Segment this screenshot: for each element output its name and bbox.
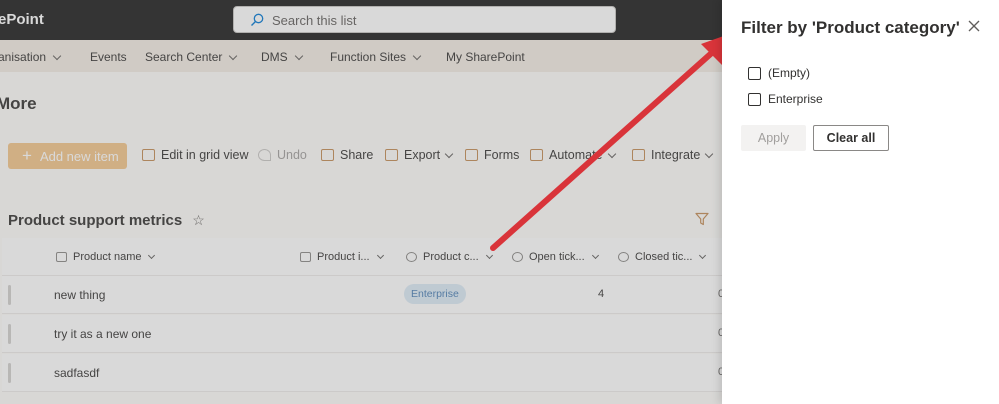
filter-option-label: (Empty) [768,66,810,80]
filter-panel: Filter by 'Product category' (Empty) Ent… [722,0,999,404]
filter-option-enterprise[interactable]: Enterprise [748,92,823,106]
checkbox[interactable] [748,66,761,80]
modal-overlay[interactable] [0,0,722,404]
close-icon[interactable] [966,18,982,34]
checkbox[interactable] [748,92,761,106]
filter-option-label: Enterprise [768,92,823,106]
filter-option-empty[interactable]: (Empty) [748,66,810,80]
apply-button[interactable]: Apply [741,125,806,151]
filter-panel-title: Filter by 'Product category' [741,18,960,37]
clear-all-button[interactable]: Clear all [813,125,889,151]
